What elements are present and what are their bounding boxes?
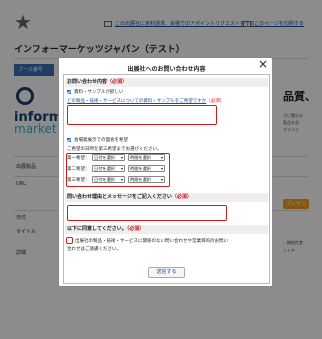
preference-1-label: 第一希望： — [67, 156, 90, 161]
agreement-checkbox[interactable] — [66, 237, 73, 244]
agreement-text: 出展社の製品・技術・サービスに関係のない問い合わせや営業目的のお問い — [75, 239, 228, 244]
meeting-option-label: 会場発展示での面会を希望 — [74, 138, 128, 143]
meeting-hint: ご希望の日時を第三希望までお選びください。 — [67, 147, 162, 152]
request-checkbox[interactable] — [67, 90, 71, 94]
preference-2-time-select[interactable]: 時間を選択 — [128, 165, 165, 172]
submit-button[interactable]: 送信する — [148, 267, 185, 278]
section-heading-agreement: 以下に同意してください。（必須） — [65, 225, 268, 234]
preference-3-label: 第三希望： — [67, 178, 90, 183]
section-heading-inquiry: お問い合わせ内容（必須） — [65, 78, 268, 87]
section-heading-message: 問い合わせ理由とメッセージをご記入ください（必須） — [65, 193, 268, 202]
inquiry-modal: 出展社へのお問い合わせ内容 × お問い合わせ内容（必須） 資料・サンプルが欲しい… — [58, 57, 273, 287]
preference-3-time-select[interactable]: 時間を選択 — [128, 176, 165, 183]
preference-3-date-select[interactable]: 日付を選択 — [92, 176, 125, 183]
agreement-text-continued: 合わせはご遠慮ください。 — [67, 247, 121, 252]
request-option-label: 資料・サンプルが欲しい — [74, 90, 124, 95]
modal-title: 出展社へのお問い合わせ内容 — [127, 66, 206, 73]
modal-form: お問い合わせ内容（必須） 資料・サンプルが欲しい どの製品・技術・サービスについ… — [63, 74, 270, 284]
preference-1-time-select[interactable]: 時間を選択 — [128, 154, 165, 161]
preference-1-date-select[interactable]: 日付を選択 — [92, 154, 125, 161]
meeting-checkbox[interactable] — [67, 138, 71, 142]
message-textarea[interactable] — [67, 205, 227, 221]
request-products-label: どの製品・技術・サービスについての資料・サンプルをご希望ですか（必須） — [67, 99, 225, 104]
request-products-textarea[interactable] — [67, 105, 217, 125]
preference-2-date-select[interactable]: 日付を選択 — [92, 165, 125, 172]
preference-2-label: 第二希望： — [67, 167, 90, 172]
close-icon[interactable]: × — [258, 58, 268, 70]
